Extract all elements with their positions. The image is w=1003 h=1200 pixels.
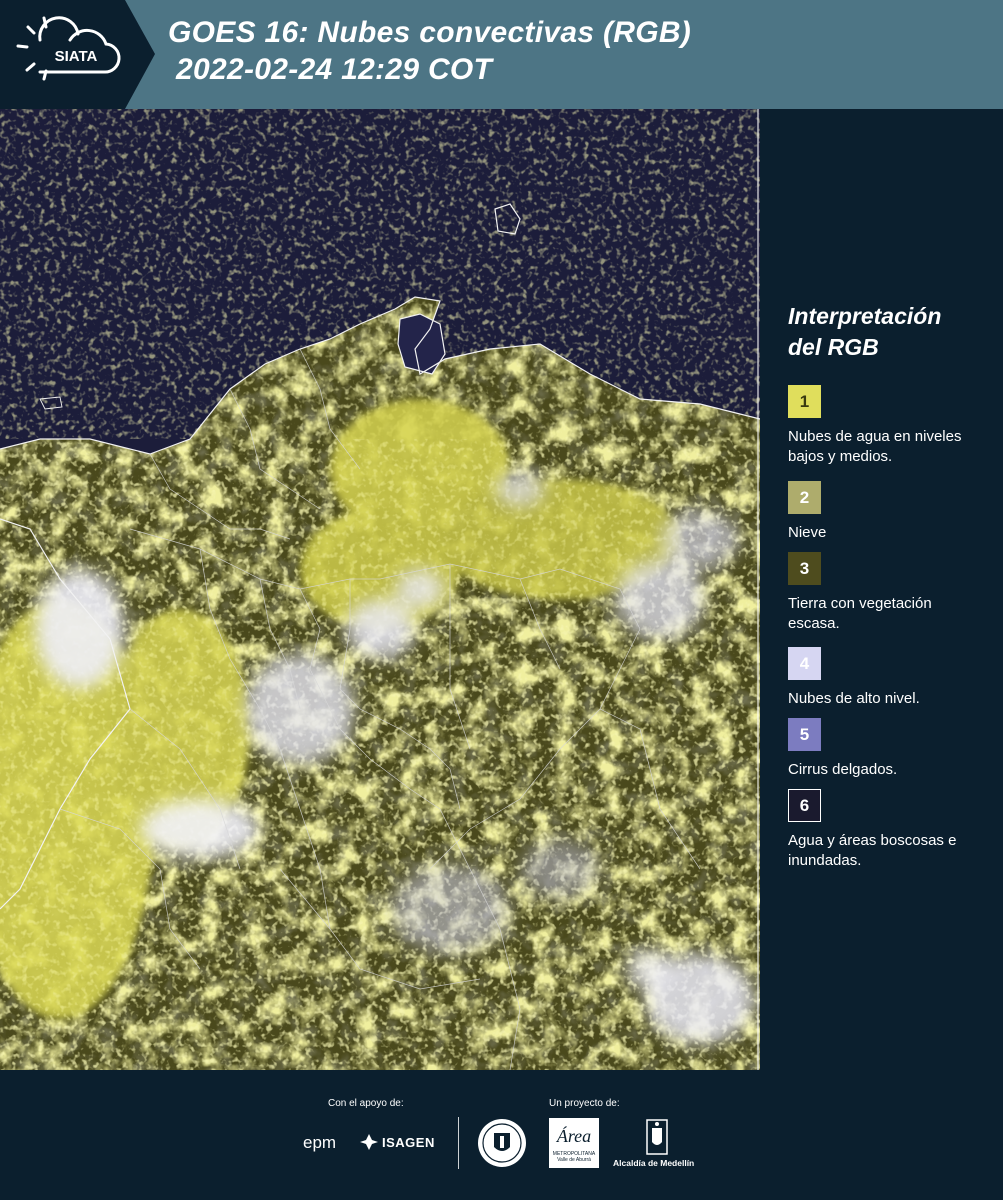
legend-swatch-6: 6: [788, 789, 821, 822]
alcaldia-crest-icon: [646, 1119, 668, 1155]
legend-item-2: 2 Nieve: [788, 481, 1003, 543]
area-logo-subtitle: METROPOLITANA Valle de Aburrá: [552, 1151, 596, 1163]
legend-panel: Interpretación del RGB 1 Nubes de agua e…: [760, 109, 1003, 1070]
legend-swatch-1: 1: [788, 385, 821, 418]
alcaldia-text: Alcaldía de Medellín: [613, 1158, 695, 1168]
legend-number-1: 1: [799, 391, 810, 411]
legend-swatch-5: 5: [788, 718, 821, 751]
legend-swatch-3: 3: [788, 552, 821, 585]
project-label: Un proyecto de:: [549, 1098, 620, 1109]
legend-title: Interpretación del RGB: [788, 301, 941, 363]
page-title: GOES 16: Nubes convectivas (RGB) 2022-02…: [168, 14, 691, 88]
legend-item-5: 5 Cirrus delgados.: [788, 718, 1003, 780]
legend-item-6: 6 Agua y áreas boscosas e inundadas.: [788, 789, 1003, 871]
legend-title-line-2: del RGB: [788, 334, 879, 360]
legend-swatch-4: 4: [788, 647, 821, 680]
legend-number-4: 4: [799, 653, 810, 673]
area-logo-text: Área: [556, 1126, 592, 1146]
legend-label-3: Tierra con vegetación escasa.: [788, 595, 932, 632]
legend-number-2: 2: [799, 487, 810, 507]
area-metropolitana-logo: Área METROPOLITANA Valle de Aburrá: [549, 1118, 599, 1168]
footer-divider: [458, 1117, 459, 1169]
medellin-seal-icon: [478, 1119, 526, 1167]
legend-label-6: Agua y áreas boscosas e inundadas.: [788, 832, 957, 869]
legend-title-line-1: Interpretación: [788, 303, 942, 329]
legend-label-2: Nieve: [788, 524, 827, 541]
legend-label-4: Nubes de alto nivel.: [788, 690, 920, 707]
legend-item-4: 4 Nubes de alto nivel.: [788, 647, 1003, 709]
legend-label-5: Cirrus delgados.: [788, 761, 898, 778]
legend-item-3: 3 Tierra con vegetación escasa.: [788, 552, 1003, 634]
legend-item-1: 1 Nubes de agua en niveles bajos y medio…: [788, 385, 1003, 467]
siata-logo: SIATA: [0, 0, 155, 109]
header: SIATA GOES 16: Nubes convectivas (RGB) 2…: [0, 0, 1003, 109]
isagen-logo: ISAGEN: [360, 1134, 435, 1150]
isagen-icon: [360, 1134, 378, 1150]
title-line-2: 2022-02-24 12:29 COT: [176, 53, 493, 86]
footer: Con el apoyo de: Un proyecto de: epm ISA…: [0, 1070, 1003, 1200]
satellite-image: [0, 109, 760, 1070]
legend-number-3: 3: [799, 558, 810, 578]
title-line-1: GOES 16: Nubes convectivas (RGB): [168, 16, 692, 49]
legend-swatch-2: 2: [788, 481, 821, 514]
satellite-map-svg: [0, 109, 760, 1070]
legend-number-5: 5: [799, 724, 810, 744]
legend-number-6: 6: [799, 795, 810, 815]
support-label: Con el apoyo de:: [328, 1098, 404, 1109]
legend-label-1: Nubes de agua en niveles bajos y medios.: [788, 428, 962, 465]
logo-text: SIATA: [55, 48, 98, 65]
isagen-text: ISAGEN: [382, 1134, 435, 1150]
epm-logo: epm: [303, 1133, 337, 1152]
